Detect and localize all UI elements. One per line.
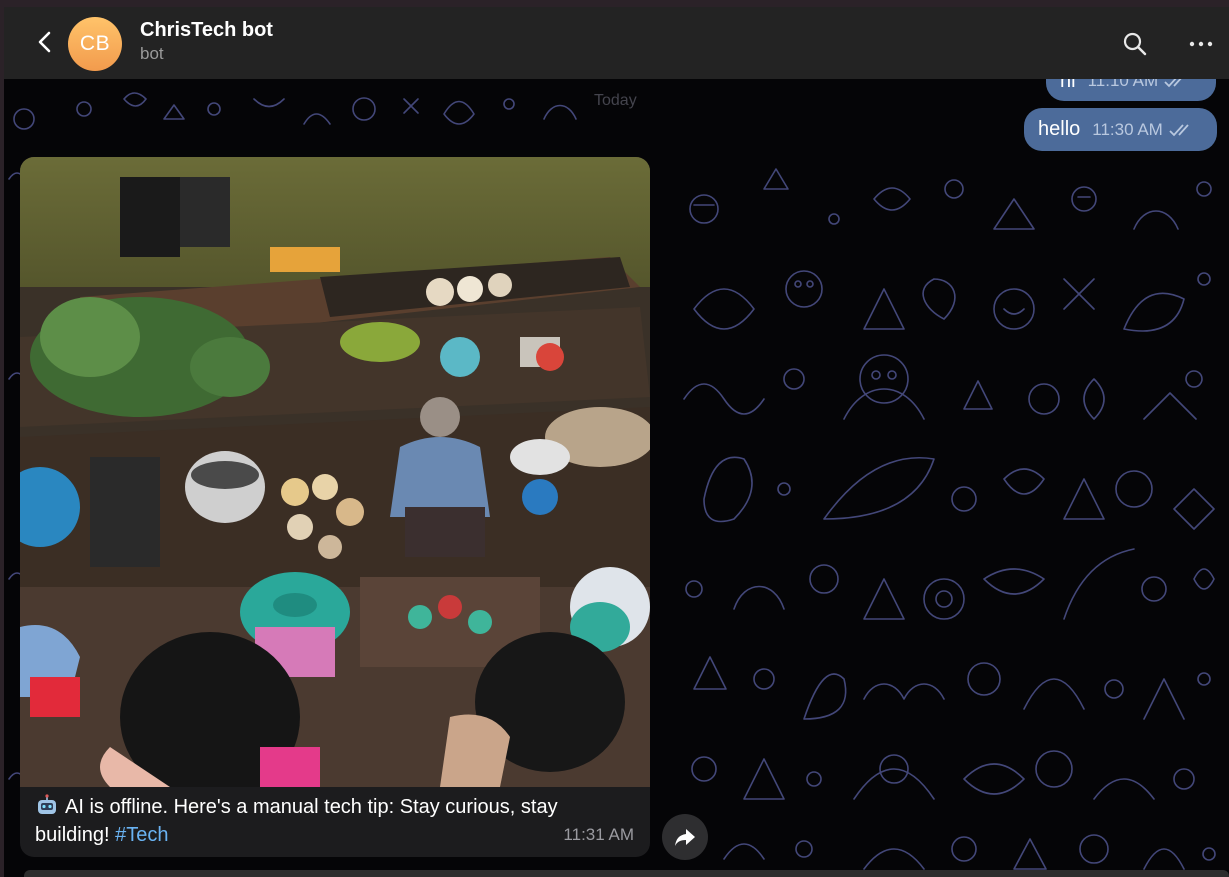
chat-area[interactable]: Today hi 11:10 AM hello 11:30 AM AI is o… [4,79,1229,877]
chat-title-block[interactable]: ChrisTech bot bot [140,17,273,65]
robot-icon [38,794,56,814]
floating-market-photo[interactable] [20,157,650,787]
message-time: 11:31 AM [563,825,634,844]
outgoing-message[interactable]: hi 11:10 AM [1046,79,1216,101]
more-horizontal-icon [1189,41,1213,47]
incoming-media-message[interactable]: AI is offline. Here's a manual tech tip:… [20,157,650,857]
chevron-left-icon [38,31,51,53]
forward-icon [675,829,695,846]
chat-subtitle: bot [140,44,164,63]
message-text: hi [1060,79,1076,92]
read-checkmarks-icon [1164,79,1182,88]
avatar[interactable]: CB [68,17,122,71]
message-time: 11:30 AM [1092,119,1163,139]
avatar-initials: CB [79,32,111,55]
forward-button[interactable] [662,814,708,860]
more-options-button[interactable] [1186,29,1216,59]
message-text: hello [1038,118,1081,140]
date-separator: Today [594,92,637,109]
back-button[interactable] [30,27,60,57]
chat-window: CB ChrisTech bot bot Today hi 11:10 AM h… [4,7,1229,877]
search-button[interactable] [1120,29,1150,59]
chat-header: CB ChrisTech bot bot [4,7,1229,79]
message-time: 11:10 AM [1087,79,1159,90]
hashtag-link[interactable]: #Tech [115,824,168,846]
outgoing-message[interactable]: hello 11:30 AM [1024,108,1217,151]
search-icon [1123,32,1147,56]
chat-title: ChrisTech bot [140,19,273,41]
read-checkmarks-icon [1169,123,1189,136]
message-caption: AI is offline. Here's a manual tech tip:… [35,793,595,849]
caption-text: AI is offline. Here's a manual tech tip:… [35,796,558,846]
composer-edge [24,870,1229,877]
